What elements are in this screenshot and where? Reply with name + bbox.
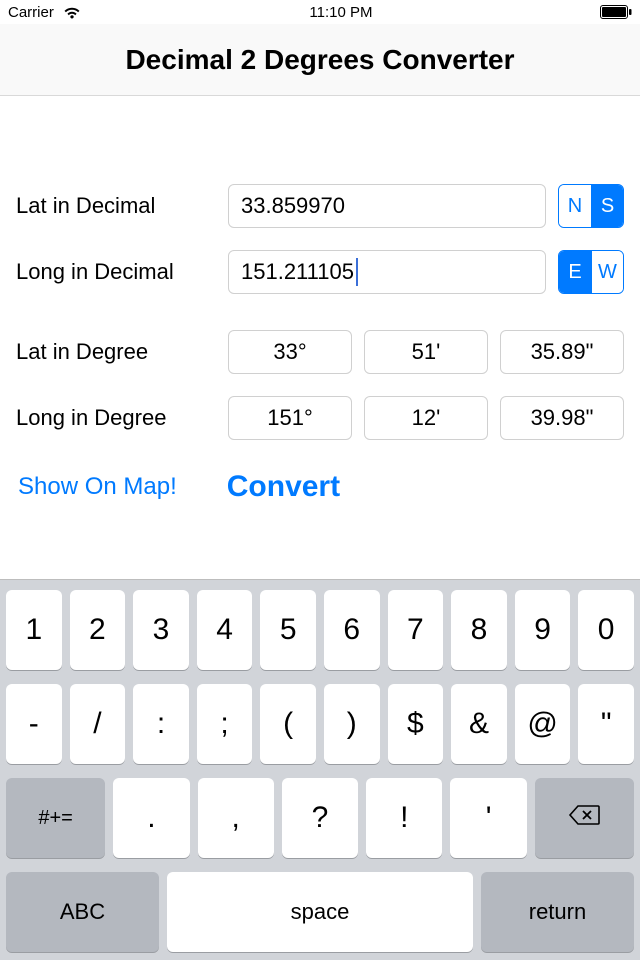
key-question[interactable]: ? xyxy=(282,778,358,858)
battery-icon xyxy=(600,5,632,19)
key-amp[interactable]: & xyxy=(451,684,507,764)
key-semicolon[interactable]: ; xyxy=(197,684,253,764)
wifi-icon xyxy=(62,5,82,19)
keyboard: 1 2 3 4 5 6 7 8 9 0 - / : ; ( ) $ & @ " … xyxy=(0,579,640,960)
seg-w[interactable]: W xyxy=(591,251,623,293)
text-cursor xyxy=(356,258,358,286)
long-decimal-label: Long in Decimal xyxy=(16,259,216,285)
keyboard-row-4: ABC space return xyxy=(6,872,634,952)
long-min-input[interactable]: 12' xyxy=(364,396,488,440)
key-comma[interactable]: , xyxy=(198,778,274,858)
key-abc[interactable]: ABC xyxy=(6,872,159,952)
keyboard-row-1: 1 2 3 4 5 6 7 8 9 0 xyxy=(6,590,634,670)
key-exclaim[interactable]: ! xyxy=(366,778,442,858)
key-6[interactable]: 6 xyxy=(324,590,380,670)
key-dash[interactable]: - xyxy=(6,684,62,764)
lat-decimal-label: Lat in Decimal xyxy=(16,193,216,219)
show-on-map-button[interactable]: Show On Map! xyxy=(18,473,177,501)
key-dollar[interactable]: $ xyxy=(388,684,444,764)
status-bar: Carrier 11:10 PM xyxy=(0,0,640,24)
lat-degree-label: Lat in Degree xyxy=(16,339,216,365)
key-5[interactable]: 5 xyxy=(260,590,316,670)
page-title: Decimal 2 Degrees Converter xyxy=(125,44,514,76)
lat-decimal-input[interactable]: 33.859970 xyxy=(228,184,546,228)
key-1[interactable]: 1 xyxy=(6,590,62,670)
key-4[interactable]: 4 xyxy=(197,590,253,670)
key-7[interactable]: 7 xyxy=(388,590,444,670)
key-return[interactable]: return xyxy=(481,872,634,952)
key-9[interactable]: 9 xyxy=(515,590,571,670)
key-slash[interactable]: / xyxy=(70,684,126,764)
long-sec-input[interactable]: 39.98" xyxy=(500,396,624,440)
lat-hemisphere-toggle[interactable]: N S xyxy=(558,184,624,228)
long-decimal-input[interactable]: 151.211105 xyxy=(228,250,546,294)
key-period[interactable]: . xyxy=(113,778,189,858)
key-at[interactable]: @ xyxy=(515,684,571,764)
keyboard-row-3: #+= . , ? ! ' xyxy=(6,778,634,858)
lat-deg-input[interactable]: 33° xyxy=(228,330,352,374)
lat-min-input[interactable]: 51' xyxy=(364,330,488,374)
seg-e[interactable]: E xyxy=(559,251,591,293)
carrier-label: Carrier xyxy=(8,4,54,21)
keyboard-row-2: - / : ; ( ) $ & @ " xyxy=(6,684,634,764)
nav-header: Decimal 2 Degrees Converter xyxy=(0,24,640,96)
key-0[interactable]: 0 xyxy=(578,590,634,670)
key-space[interactable]: space xyxy=(167,872,473,952)
clock-label: 11:10 PM xyxy=(309,4,372,21)
long-deg-input[interactable]: 151° xyxy=(228,396,352,440)
key-colon[interactable]: : xyxy=(133,684,189,764)
seg-n[interactable]: N xyxy=(559,185,591,227)
key-symbols-shift[interactable]: #+= xyxy=(6,778,105,858)
key-apostrophe[interactable]: ' xyxy=(450,778,526,858)
backspace-icon xyxy=(568,801,600,835)
long-hemisphere-toggle[interactable]: E W xyxy=(558,250,624,294)
seg-s[interactable]: S xyxy=(591,185,623,227)
key-backspace[interactable] xyxy=(535,778,634,858)
lat-sec-input[interactable]: 35.89" xyxy=(500,330,624,374)
convert-button[interactable]: Convert xyxy=(227,470,340,504)
key-lparen[interactable]: ( xyxy=(260,684,316,764)
key-rparen[interactable]: ) xyxy=(324,684,380,764)
key-8[interactable]: 8 xyxy=(451,590,507,670)
key-quote[interactable]: " xyxy=(578,684,634,764)
long-degree-label: Long in Degree xyxy=(16,405,216,431)
key-2[interactable]: 2 xyxy=(70,590,126,670)
key-3[interactable]: 3 xyxy=(133,590,189,670)
